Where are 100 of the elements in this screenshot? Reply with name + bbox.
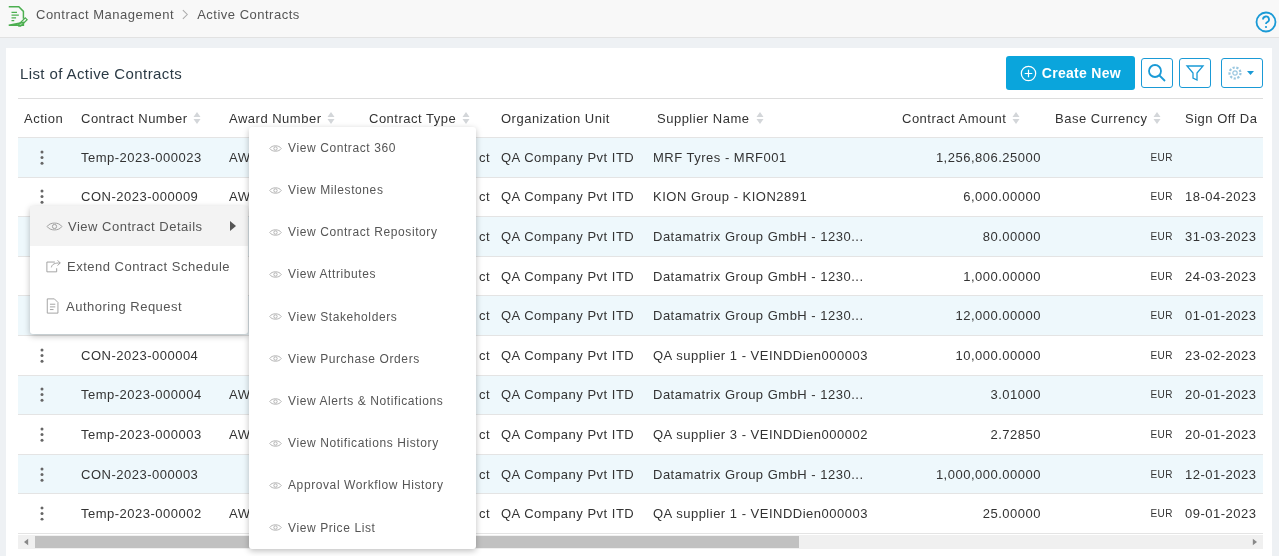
search-button[interactable] [1141,58,1173,88]
breadcrumb-current: Active Contracts [197,7,300,22]
table-cell: KION Group - KION2891 [653,189,808,205]
table-cell: 1,256,806.25000 [935,149,1041,165]
filter-icon [1185,63,1205,83]
menu-item[interactable]: Extend Contract Schedule [30,246,248,286]
eye-icon [269,354,282,364]
table-cell: EUR [1150,389,1173,401]
table-cell: Temp-2023-000023 [81,149,202,165]
eye-icon [269,269,282,279]
menu-item[interactable]: View Contract 360 [249,127,476,169]
table-cell: ct [478,506,490,522]
column-header: Base Currency [1055,110,1148,126]
table-cell: CON-2023-000009 [81,189,199,205]
table-cell: Temp-2023-000004 [81,387,202,403]
table-cell: QA Company Pvt ITD [501,426,635,442]
table-cell: 12,000.00000 [955,308,1041,324]
more-vertical-icon[interactable] [40,347,44,363]
menu-item[interactable]: View Milestones [249,169,476,212]
table-cell: QA Company Pvt ITD [501,229,635,244]
menu-item[interactable]: View Contract Repository [249,211,476,254]
table-cell: AW [229,189,251,205]
table-cell: 6,000.00000 [963,189,1041,205]
more-vertical-icon[interactable] [40,387,44,403]
table-cell: Datamatrix Group GmbH - 1230... [653,466,864,482]
table-cell: 20-01-2023 [1185,387,1257,403]
settings-icon [1227,65,1257,81]
document-edit-icon [6,3,28,28]
table-cell: EUR [1150,508,1173,520]
menu-item[interactable]: View Contract Details [30,206,248,246]
table-cell: AW [229,506,251,522]
eye-icon [269,396,282,406]
table-cell: QA supplier 3 - VEINDDien000002 [653,426,868,442]
plus-circle-icon [1019,64,1037,82]
more-vertical-icon[interactable] [40,189,44,205]
table-cell: Temp-2023-000002 [81,506,202,522]
table-cell: ct [478,149,490,165]
table-cell: 20-01-2023 [1185,426,1257,442]
more-vertical-icon[interactable] [40,426,44,442]
table-cell: QA Company Pvt ITD [501,347,635,363]
eye-icon [269,312,282,322]
column-header: Sign Off Da [1185,110,1258,126]
table-cell: 1,000,000.00000 [935,466,1041,482]
table-cell: CON-2023-000003 [81,466,199,482]
menu-item[interactable]: View Attributes [249,253,476,296]
table-cell: AW [229,387,251,403]
menu-item[interactable]: View Price List [249,506,476,549]
table-cell: 23-02-2023 [1185,347,1257,363]
eye-icon [269,438,282,448]
table-cell: ct [478,347,490,363]
table-cell: 10,000.00000 [955,347,1041,363]
settings-button[interactable] [1221,58,1263,88]
document-icon [46,298,61,314]
table-cell: QA Company Pvt ITD [501,189,635,205]
table-cell: QA Company Pvt ITD [501,268,635,284]
eye-icon [269,185,282,195]
menu-item[interactable]: View Notifications History [249,422,476,465]
menu-item[interactable]: View Purchase Orders [249,337,476,380]
table-cell: 1,000.00000 [963,268,1041,284]
scroll-left-icon[interactable] [24,537,29,546]
table-cell: QA supplier 1 - VEINDDien000003 [653,506,868,522]
list-title: List of Active Contracts [19,64,183,82]
table-cell: EUR [1150,349,1173,361]
table-cell: AW [229,149,251,165]
table-cell: QA Company Pvt ITD [501,466,635,482]
chevron-right-icon [182,9,190,20]
table-cell: 80.00000 [982,229,1041,244]
table-cell: EUR [1150,270,1173,282]
table-cell: 18-04-2023 [1185,189,1257,205]
menu-item[interactable]: View Alerts & Notifications [249,379,476,423]
table-cell: 24-03-2023 [1185,268,1257,284]
scroll-right-icon[interactable] [1252,537,1257,546]
table-cell: MRF Tyres - MRF001 [653,149,787,165]
menu-item[interactable]: View Stakeholders [249,295,476,338]
breadcrumb-link[interactable]: Contract Management [36,7,175,22]
more-vertical-icon[interactable] [40,149,44,165]
table-cell: EUR [1150,231,1173,242]
table-cell: 01-01-2023 [1185,308,1257,324]
table-cell: EUR [1150,310,1173,322]
table-cell: EUR [1150,191,1173,203]
column-header: Contract Type [369,110,457,126]
filter-button[interactable] [1179,58,1211,88]
table-cell: ct [478,189,490,205]
menu-item[interactable]: Approval Workflow History [249,464,476,507]
column-header: Supplier Name [657,110,750,126]
table-cell: QA Company Pvt ITD [501,506,635,522]
table-cell: 09-01-2023 [1185,506,1257,522]
table-cell: ct [478,308,490,324]
table-cell: Datamatrix Group GmbH - 1230... [653,229,864,244]
menu-item[interactable]: Authoring Request [30,286,248,326]
more-vertical-icon[interactable] [40,466,44,482]
table-cell: Temp-2023-000003 [81,426,202,442]
eye-icon [269,523,282,533]
more-vertical-icon[interactable] [40,506,44,522]
table-cell: CON-2023-000004 [81,347,199,363]
export-icon [46,259,62,273]
table-cell: 12-01-2023 [1185,466,1257,482]
help-icon[interactable] [1255,10,1277,33]
eye-icon [46,220,63,232]
column-header: Contract Amount [902,110,1007,126]
